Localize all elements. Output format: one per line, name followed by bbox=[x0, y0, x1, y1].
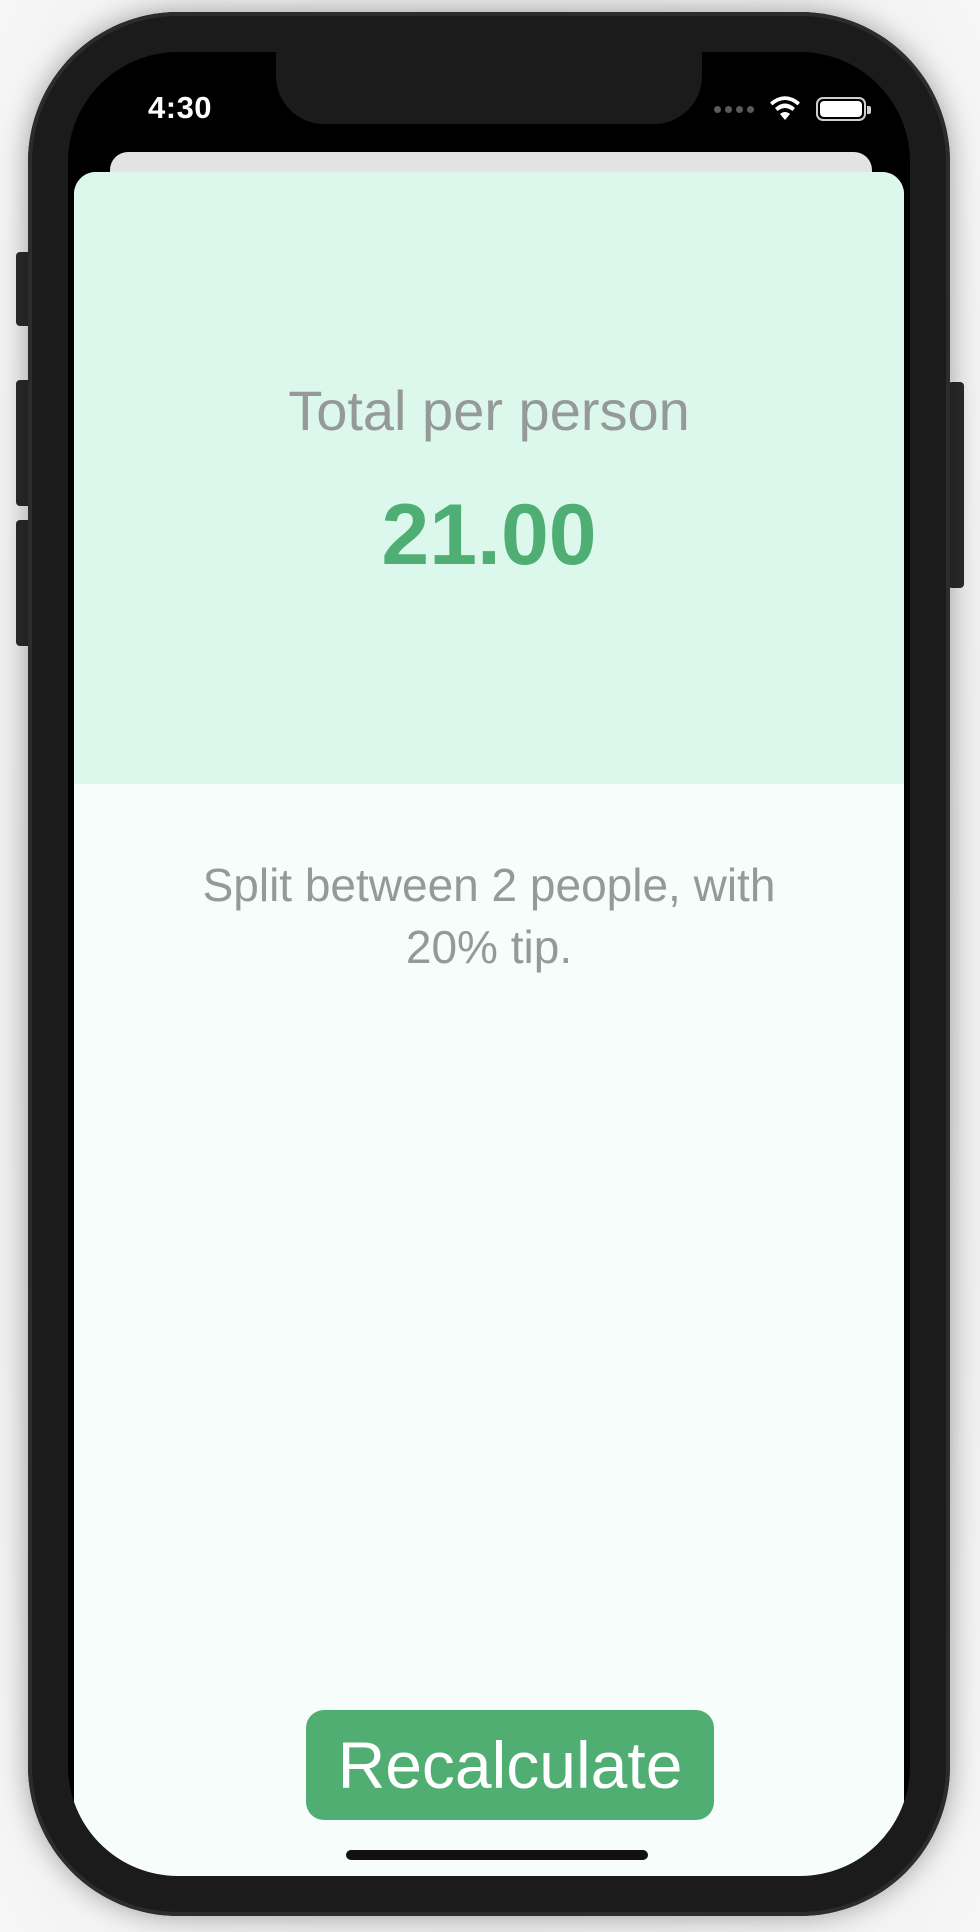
total-per-person-value: 21.00 bbox=[381, 487, 597, 583]
result-panel: Total per person 21.00 bbox=[74, 172, 904, 784]
wifi-icon bbox=[770, 96, 800, 120]
status-time: 4:30 bbox=[148, 90, 213, 125]
power-button bbox=[948, 382, 964, 588]
phone-screen: 4:30 Total per person 21.00 Split betwee… bbox=[68, 52, 910, 1876]
notch bbox=[276, 52, 702, 124]
home-indicator[interactable] bbox=[346, 1850, 648, 1860]
result-sheet: Total per person 21.00 Split between 2 p… bbox=[74, 172, 904, 1876]
device-stage: 4:30 Total per person 21.00 Split betwee… bbox=[0, 0, 980, 1932]
recalculate-button[interactable]: Recalculate bbox=[306, 1710, 714, 1820]
total-per-person-label: Total per person bbox=[288, 379, 690, 442]
split-summary-text: Split between 2 people, with 20% tip. bbox=[202, 859, 776, 973]
phone-frame: 4:30 Total per person 21.00 Split betwee… bbox=[28, 12, 950, 1916]
cellular-signal-icon bbox=[714, 105, 754, 113]
battery-icon bbox=[816, 97, 871, 121]
status-icons bbox=[714, 94, 871, 124]
